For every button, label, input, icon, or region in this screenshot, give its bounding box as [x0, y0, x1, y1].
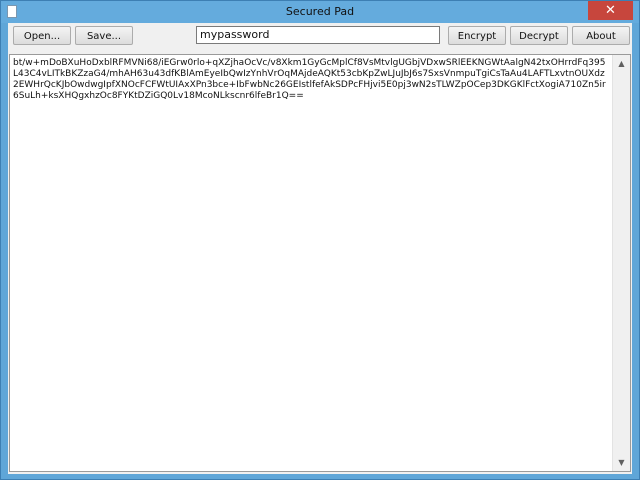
client-area: Open... Save... mypassword Encrypt Decry… [8, 23, 632, 474]
save-button[interactable]: Save... [75, 26, 133, 45]
decrypt-button[interactable]: Decrypt [510, 26, 568, 45]
about-button[interactable]: About [572, 26, 630, 45]
app-window: Secured Pad ✕ Open... Save... mypassword… [0, 0, 640, 480]
password-input[interactable]: mypassword [196, 26, 440, 44]
editor-content[interactable]: bt/w+mDoBXuHoDxblRFMVNi68/iEGrw0rlo+qXZj… [13, 58, 610, 102]
encrypt-button[interactable]: Encrypt [448, 26, 506, 45]
scroll-down-icon[interactable]: ▼ [613, 454, 630, 471]
title-bar[interactable]: Secured Pad ✕ [1, 1, 639, 23]
scroll-up-icon[interactable]: ▲ [613, 55, 630, 72]
close-button[interactable]: ✕ [588, 1, 633, 20]
window-title: Secured Pad [285, 5, 355, 18]
open-button[interactable]: Open... [13, 26, 71, 45]
text-editor[interactable]: bt/w+mDoBXuHoDxblRFMVNi68/iEGrw0rlo+qXZj… [9, 54, 631, 472]
vertical-scrollbar[interactable]: ▲ ▼ [612, 55, 630, 471]
